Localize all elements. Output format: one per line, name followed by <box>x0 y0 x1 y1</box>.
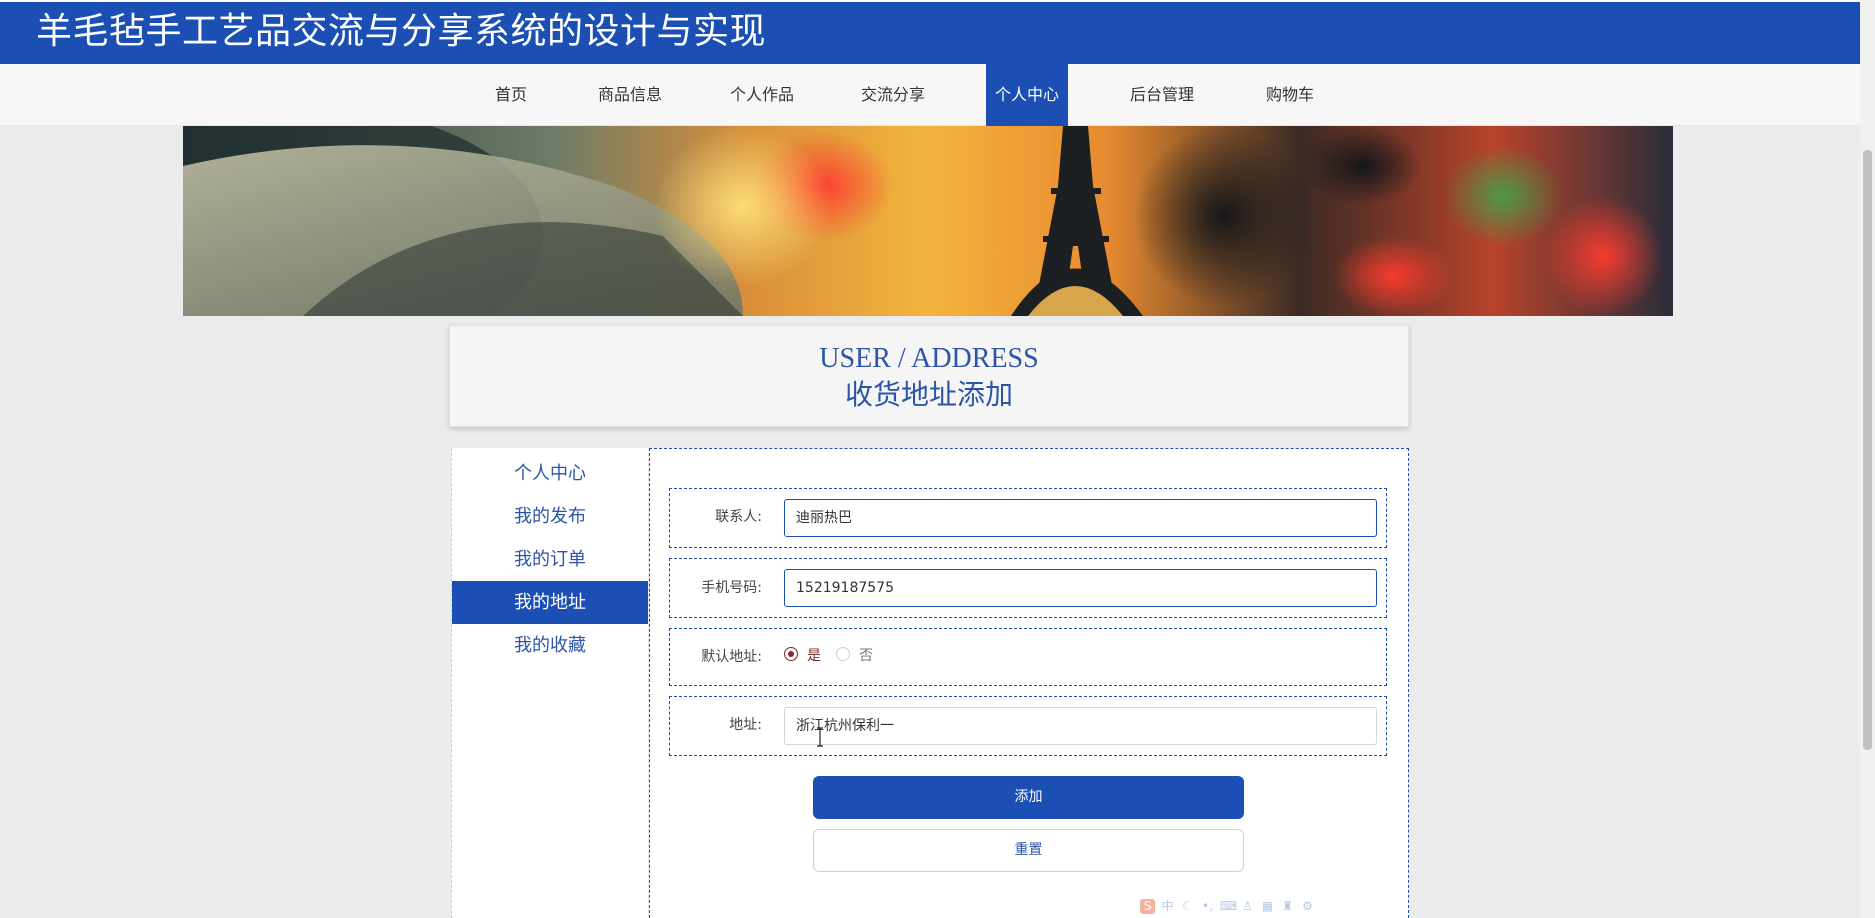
default-yes-radio[interactable] <box>784 647 798 661</box>
page-heading-cn: 收货地址添加 <box>844 378 1013 411</box>
page-scrollbar[interactable] <box>1860 0 1875 918</box>
user-sidebar: 个人中心 我的发布 我的订单 我的地址 我的收藏 <box>451 448 648 918</box>
address-label: 地址: <box>729 717 762 733</box>
phone-label: 手机号码: <box>701 580 762 596</box>
page-heading-card: USER / ADDRESS 收货地址添加 <box>449 325 1409 427</box>
default-address-row: 默认地址: 是 否 <box>669 628 1387 686</box>
site-title: 羊毛毡手工艺品交流与分享系统的设计与实现 <box>36 11 767 52</box>
main-nav: 首页 商品信息 个人作品 交流分享 个人中心 后台管理 购物车 <box>0 64 1860 126</box>
grid-icon[interactable]: ▦ <box>1260 899 1275 914</box>
banner-image <box>183 126 1673 316</box>
text-cursor-icon <box>817 727 823 747</box>
nav-item-cart[interactable]: 购物车 <box>1260 64 1320 126</box>
site-header: 羊毛毡手工艺品交流与分享系统的设计与实现 <box>0 0 1860 64</box>
nav-item-products[interactable]: 商品信息 <box>592 64 668 126</box>
sidebar-item-my-favorites[interactable]: 我的收藏 <box>452 624 648 667</box>
punctuation-icon[interactable]: •, <box>1200 899 1215 914</box>
page-heading-en: USER / ADDRESS <box>819 343 1039 374</box>
default-no-radio[interactable] <box>836 647 850 661</box>
nav-item-share[interactable]: 交流分享 <box>855 64 931 126</box>
sidebar-item-my-orders[interactable]: 我的订单 <box>452 538 648 581</box>
keyboard-icon[interactable]: ⌨ <box>1220 899 1237 914</box>
address-row: 地址: 浙江杭州保利一 <box>669 696 1387 756</box>
nav-item-user-center[interactable]: 个人中心 <box>986 64 1068 126</box>
sidebar-item-my-address[interactable]: 我的地址 <box>452 581 648 624</box>
default-address-label: 默认地址: <box>701 649 762 665</box>
default-yes-label[interactable]: 是 <box>807 645 821 665</box>
nav-item-home[interactable]: 首页 <box>488 64 534 126</box>
address-input[interactable]: 浙江杭州保利一 <box>784 707 1377 745</box>
phone-input[interactable]: 15219187575 <box>784 569 1377 607</box>
reset-button[interactable]: 重置 <box>813 829 1244 872</box>
phone-row: 手机号码: 15219187575 <box>669 558 1387 618</box>
default-no-label[interactable]: 否 <box>859 645 873 665</box>
scrollbar-thumb[interactable] <box>1863 150 1872 750</box>
contact-input[interactable]: 迪丽热巴 <box>784 499 1377 537</box>
ime-toolbar: S 中 ☾ •, ⌨ ♙ ▦ ♜ ⚙ <box>1140 896 1315 916</box>
chinese-mode-icon[interactable]: 中 <box>1160 899 1175 914</box>
contact-row: 联系人: 迪丽热巴 <box>669 488 1387 548</box>
nav-item-works[interactable]: 个人作品 <box>724 64 800 126</box>
sidebar-item-user-center[interactable]: 个人中心 <box>452 452 648 495</box>
nav-item-admin[interactable]: 后台管理 <box>1124 64 1200 126</box>
user-icon[interactable]: ♙ <box>1240 899 1255 914</box>
add-button[interactable]: 添加 <box>813 776 1244 819</box>
shirt-icon[interactable]: ♜ <box>1280 899 1295 914</box>
gear-icon[interactable]: ⚙ <box>1300 899 1315 914</box>
ime-logo-icon[interactable]: S <box>1140 898 1155 914</box>
sidebar-item-my-posts[interactable]: 我的发布 <box>452 495 648 538</box>
moon-icon[interactable]: ☾ <box>1180 899 1195 914</box>
header-top-edge <box>0 0 1860 2</box>
contact-label: 联系人: <box>715 509 762 525</box>
